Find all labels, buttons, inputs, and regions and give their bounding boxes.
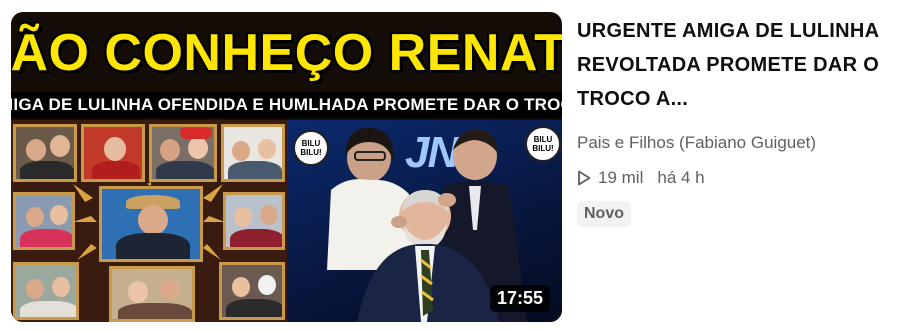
upload-age: há 4 h <box>657 168 705 187</box>
channel-name[interactable]: Pais e Filhos (Fabiano Guiguet) <box>577 132 893 154</box>
video-title[interactable]: URGENTE AMIGA DE LULINHA REVOLTADA PROME… <box>577 14 893 116</box>
thumbnail-headline: “NÃO CONHEÇO RENATA” <box>11 24 562 82</box>
video-stats: 19 mil há 4 h <box>577 167 893 189</box>
thumbnail-subheadline: AMIGA DE LULINHA OFENDIDA E HUMLHADA PRO… <box>11 92 562 118</box>
duration-badge: 17:55 <box>489 285 550 312</box>
video-thumbnail[interactable]: “NÃO CONHEÇO RENATA” AMIGA DE LULINHA OF… <box>11 12 562 322</box>
view-count: 19 mil <box>598 168 644 187</box>
video-metadata: URGENTE AMIGA DE LULINHA REVOLTADA PROME… <box>577 14 893 227</box>
play-icon <box>578 170 591 186</box>
new-badge: Novo <box>577 201 631 227</box>
thumbnail-studio-scene: JN BILU BILU! BILU BILU! 17:55 <box>287 120 562 322</box>
video-card[interactable]: “NÃO CONHEÇO RENATA” AMIGA DE LULINHA OF… <box>0 0 900 331</box>
photo-collage <box>11 120 287 322</box>
collage-arrows <box>73 182 225 260</box>
